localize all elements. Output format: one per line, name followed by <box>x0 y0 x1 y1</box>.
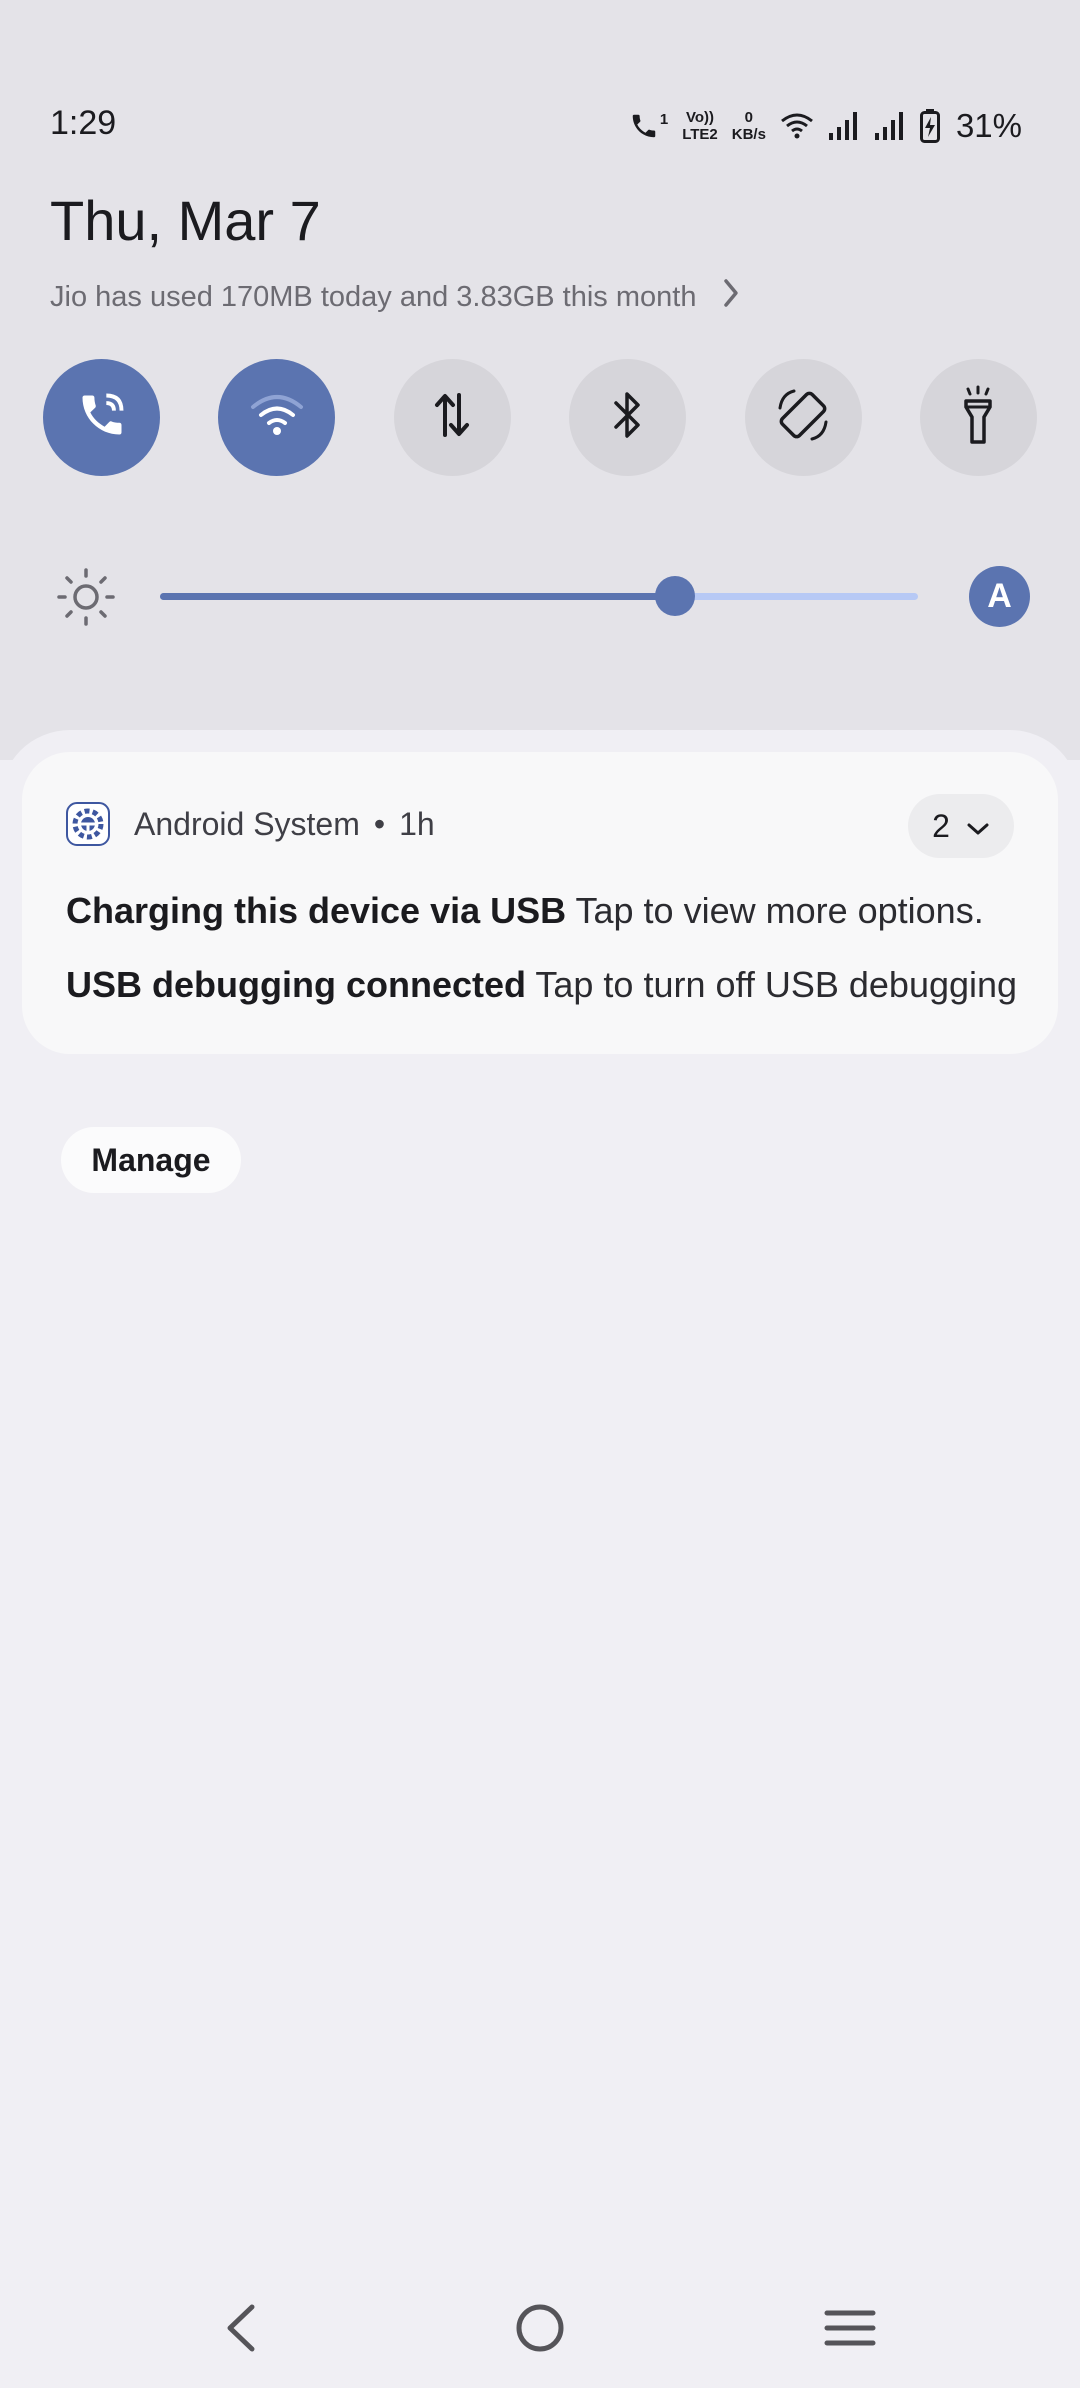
notification-expand-button[interactable]: 2 <box>908 794 1014 858</box>
signal-sim2-icon <box>874 111 906 141</box>
chevron-right-icon <box>722 278 740 316</box>
qs-tile-flashlight[interactable] <box>919 359 1037 476</box>
auto-brightness-button[interactable]: A <box>969 566 1030 627</box>
net-speed-unit: KB/s <box>731 126 766 143</box>
lte-label: LTE2 <box>682 126 718 143</box>
notification-count: 2 <box>932 807 950 844</box>
data-usage-text: Jio has used 170MB today and 3.83GB this… <box>50 280 697 313</box>
notification-separator: • <box>373 805 386 842</box>
date: Thu, Mar 7 <box>50 189 321 252</box>
volte-label: Vo)) <box>685 109 714 126</box>
nav-home-button[interactable] <box>500 2300 580 2360</box>
status-icons: 1 Vo)) LTE2 0 KB/s 31% <box>629 100 1022 152</box>
phone-icon <box>76 389 128 446</box>
data-usage-link[interactable]: Jio has used 170MB today and 3.83GB this… <box>50 278 740 316</box>
battery-percent: 31% <box>955 107 1022 144</box>
back-icon <box>222 2303 258 2358</box>
flashlight-icon <box>956 385 1000 450</box>
notification-item-text: Tap to turn off USB debugging <box>535 964 1018 1005</box>
notification-app-name: Android System <box>134 805 360 842</box>
volte-indicator: Vo)) LTE2 <box>682 109 718 143</box>
nav-back-button[interactable] <box>200 2300 280 2360</box>
notification-item-usb-charging[interactable]: Charging this device via USB Tap to view… <box>66 890 1026 932</box>
android-system-gear-icon <box>66 802 110 846</box>
home-icon <box>514 2302 566 2359</box>
net-speed-value: 0 <box>744 109 754 126</box>
quick-settings-tiles <box>43 359 1037 476</box>
nav-recents-button[interactable] <box>810 2300 890 2360</box>
notification-header: Android System • 1h <box>66 802 435 846</box>
notification-time: 1h <box>399 805 435 842</box>
volte-call-icon: 1 <box>629 111 668 141</box>
qs-tile-volte-call[interactable] <box>43 359 160 476</box>
qs-tile-auto-rotate[interactable] <box>744 359 862 476</box>
manage-button[interactable]: Manage <box>61 1127 241 1193</box>
qs-tile-wifi[interactable] <box>218 359 336 476</box>
net-speed: 0 KB/s <box>732 109 766 143</box>
notification-item-title: USB debugging connected <box>66 964 527 1005</box>
wifi-icon <box>250 393 304 442</box>
notification-item-text: Tap to view more options. <box>575 890 984 931</box>
wifi-status-icon <box>780 112 814 140</box>
data-arrows-icon <box>432 391 472 444</box>
qs-tile-mobile-data[interactable] <box>393 359 511 476</box>
notification-item-title: Charging this device via USB <box>66 890 567 931</box>
menu-icon <box>824 2308 876 2353</box>
chevron-down-icon <box>966 808 990 845</box>
signal-sim1-icon <box>828 111 860 141</box>
brightness-slider-fill <box>160 593 676 600</box>
call-sim-number: 1 <box>659 111 669 128</box>
notification-item-usb-debugging[interactable]: USB debugging connected Tap to turn off … <box>66 964 1026 1006</box>
brightness-slider[interactable] <box>160 576 918 616</box>
notification-card[interactable]: Android System • 1h 2 Charging this devi… <box>22 752 1058 1054</box>
bluetooth-icon <box>608 389 648 446</box>
qs-tile-bluetooth[interactable] <box>569 359 687 476</box>
status-time: 1:29 <box>50 104 117 142</box>
battery-charging-icon <box>919 109 940 143</box>
rotate-icon <box>774 386 832 449</box>
brightness-icon <box>56 567 116 632</box>
